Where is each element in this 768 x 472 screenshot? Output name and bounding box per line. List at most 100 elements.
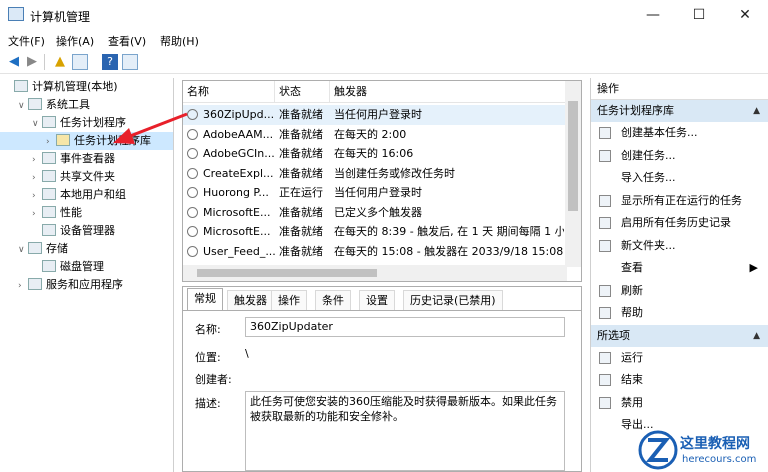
task-name: MicrosoftE...	[203, 225, 271, 238]
task-trigger: 在每天的 8:39 - 触发后, 在 1 天 期间每隔 1 小	[334, 225, 564, 238]
expanded-chevron-icon[interactable]: ∨	[18, 97, 28, 115]
column-header-trigger[interactable]: 触发器	[330, 81, 567, 103]
tree-item-label: 设备管理器	[60, 224, 115, 237]
task-list-header: 名称 状态 触发器	[183, 81, 567, 103]
task-clock-icon	[187, 226, 198, 237]
tree-item[interactable]: 计算机管理(本地)	[0, 78, 173, 96]
task-list-vertical-scrollbar[interactable]	[565, 81, 581, 267]
description-field[interactable]: 此任务可使您安装的360压缩能及时获得最新版本。如果此任务被获取最新的功能和安全…	[245, 391, 565, 471]
detail-tab[interactable]: 历史记录(已禁用)	[403, 290, 503, 310]
action-item[interactable]: 刷新	[591, 280, 768, 303]
disable-icon	[599, 396, 611, 409]
watermark-url: herecours.com	[682, 454, 757, 465]
task-name: Huorong P...	[203, 186, 269, 199]
collapsed-chevron-icon[interactable]: ›	[32, 205, 42, 223]
table-row[interactable]: 360ZipUpd... 准备就绪 当任何用户登录时	[183, 105, 567, 125]
action-label: 禁用	[621, 395, 643, 409]
tree-item[interactable]: 磁盘管理	[0, 258, 173, 276]
expanded-chevron-icon[interactable]: ∨	[32, 115, 42, 133]
minimize-button[interactable]: —	[630, 0, 676, 30]
forward-icon[interactable]: ▶	[24, 54, 40, 70]
task-name-field[interactable]: 360ZipUpdater	[245, 317, 565, 337]
collapsed-chevron-icon[interactable]: ›	[32, 187, 42, 205]
shared-folder-icon	[42, 170, 56, 182]
description-label: 描述:	[195, 397, 221, 410]
table-row[interactable]: MicrosoftE... 准备就绪 在每天的 8:39 - 触发后, 在 1 天 …	[183, 222, 567, 242]
table-row[interactable]: Huorong P... 正在运行 当任何用户登录时	[183, 183, 567, 203]
table-row[interactable]: AdobeGCIn... 准备就绪 在每天的 16:06	[183, 144, 567, 164]
task-trigger: 在每天的 16:06	[334, 147, 414, 160]
up-folder-icon[interactable]: ▲	[52, 54, 68, 70]
action-item[interactable]: 新文件夹...	[591, 235, 768, 258]
tree-item[interactable]: › 性能	[0, 204, 173, 222]
action-item[interactable]: 显示所有正在运行的任务	[591, 190, 768, 213]
menu-file[interactable]: 文件(F)	[8, 33, 45, 49]
tree-item[interactable]: ∨ 存储	[0, 240, 173, 258]
detail-tab[interactable]: 设置	[359, 290, 395, 310]
task-clock-icon	[187, 206, 198, 218]
task-status: 准备就绪	[279, 225, 323, 238]
task-name: 360ZipUpd...	[203, 108, 275, 121]
detail-tab[interactable]: 操作	[271, 290, 307, 310]
collapsed-chevron-icon[interactable]: ›	[32, 169, 42, 187]
action-item[interactable]: 禁用	[591, 392, 768, 415]
tree-item[interactable]: 设备管理器	[0, 222, 173, 240]
detail-tab[interactable]: 触发器	[227, 290, 274, 310]
device-manager-icon	[42, 224, 56, 236]
refresh-icon	[599, 284, 611, 297]
action-item[interactable]: 结束	[591, 369, 768, 392]
task-status: 准备就绪	[279, 244, 323, 258]
collapse-icon[interactable]: ▲	[753, 100, 760, 122]
section-task-library[interactable]: 任务计划程序库 ▲	[591, 100, 768, 122]
action-label: 查看	[621, 261, 643, 274]
table-row[interactable]: User_Feed_... 准备就绪 在每天的 15:08 - 触发器在 2033/…	[183, 242, 567, 262]
help-toolbar-icon[interactable]: ?	[102, 54, 118, 70]
action-item[interactable]: 启用所有任务历史记录	[591, 212, 768, 235]
run-icon	[599, 351, 611, 364]
library-folder-icon	[56, 134, 70, 146]
column-header-status[interactable]: 状态	[275, 81, 330, 103]
expanded-chevron-icon[interactable]: ∨	[18, 241, 28, 259]
history-icon	[599, 217, 611, 229]
action-item[interactable]: 导入任务...	[591, 167, 768, 190]
scrollbar-thumb[interactable]	[197, 269, 377, 277]
tree-item[interactable]: › 共享文件夹	[0, 168, 173, 186]
menu-action[interactable]: 操作(A)	[56, 33, 94, 49]
scrollbar-thumb[interactable]	[568, 101, 578, 211]
task-name: User_Feed_...	[203, 244, 275, 258]
menu-help[interactable]: 帮助(H)	[160, 33, 199, 49]
tree-item[interactable]: › 本地用户和组	[0, 186, 173, 204]
menu-view[interactable]: 查看(V)	[108, 33, 146, 49]
tree-item[interactable]: › 事件查看器	[0, 150, 173, 168]
name-label: 名称:	[195, 323, 221, 336]
collapsed-chevron-icon[interactable]: ›	[18, 277, 28, 295]
action-item[interactable]: 查看 ▶	[591, 257, 768, 280]
section-selected-item[interactable]: 所选项 ▲	[591, 324, 768, 347]
task-list: 名称 状态 触发器 360ZipUpd... 准备就绪 当任何用户登录时 AdobeA…	[182, 80, 582, 282]
back-icon[interactable]: ◀	[6, 54, 22, 70]
maximize-button[interactable]: ☐	[676, 0, 722, 30]
task-name: AdobeAAM...	[203, 127, 274, 141]
collapse-icon[interactable]: ▲	[753, 325, 760, 347]
table-row[interactable]: AdobeAAM... 准备就绪 在每天的 2:00	[183, 125, 567, 145]
table-row[interactable]: MicrosoftE... 准备就绪 已定义多个触发器	[183, 203, 567, 223]
task-list-horizontal-scrollbar[interactable]	[183, 265, 567, 281]
show-hide-tree-icon[interactable]	[72, 54, 88, 70]
close-button[interactable]: ✕	[722, 0, 768, 30]
computer-management-icon	[8, 7, 24, 21]
action-item[interactable]: 运行	[591, 347, 768, 370]
detail-tab[interactable]: 常规	[187, 288, 223, 310]
action-item[interactable]: 创建基本任务...	[591, 122, 768, 145]
show-action-pane-icon[interactable]	[122, 54, 138, 70]
action-item[interactable]: 创建任务...	[591, 145, 768, 168]
collapsed-chevron-icon[interactable]: ›	[32, 151, 42, 169]
column-header-name[interactable]: 名称	[183, 81, 275, 103]
tree-item-label: 性能	[60, 206, 82, 219]
toolbar: ◀ ▶ ▲ ?	[0, 50, 768, 74]
action-item[interactable]: 帮助	[591, 302, 768, 325]
detail-tab[interactable]: 条件	[315, 290, 351, 310]
event-viewer-icon	[42, 152, 56, 164]
tree-item[interactable]: › 服务和应用程序	[0, 276, 173, 294]
table-row[interactable]: CreateExpl... 准备就绪 当创建任务或修改任务时	[183, 164, 567, 184]
collapsed-chevron-icon[interactable]: ›	[46, 133, 56, 151]
